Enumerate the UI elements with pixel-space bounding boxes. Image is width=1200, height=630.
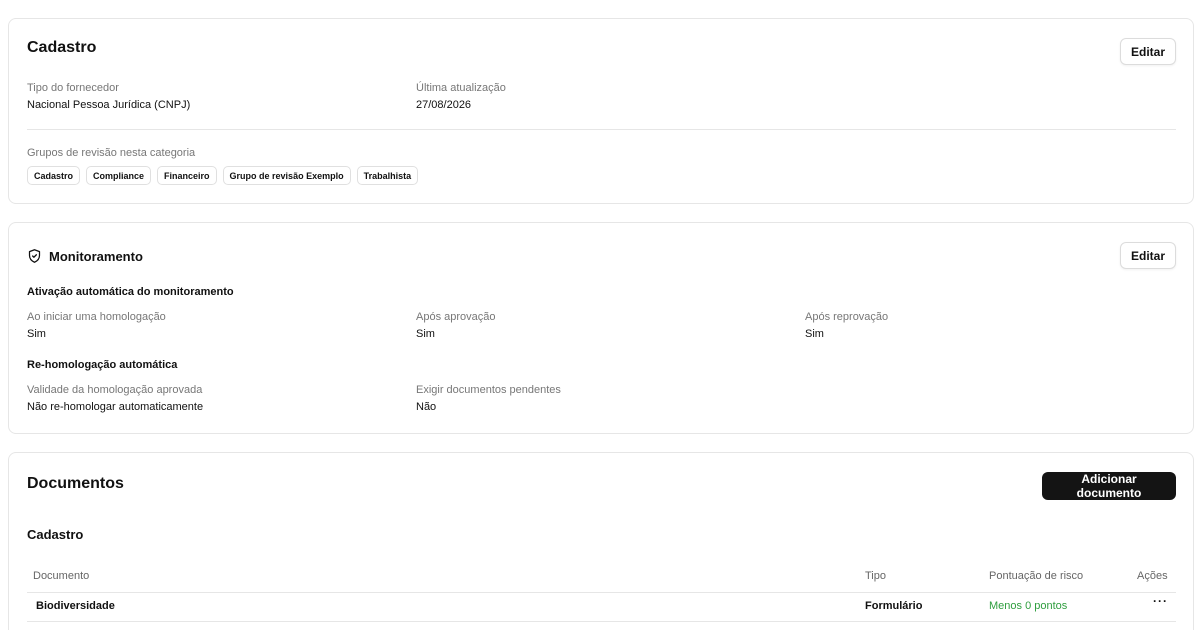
documents-section-title: Cadastro [27, 527, 84, 542]
monitoring-title: Monitoramento [49, 249, 143, 264]
review-group-chip: Trabalhista [356, 166, 419, 185]
rehomologation-title: Re-homologação automática [27, 359, 178, 371]
supplier-type-label: Tipo do fornecedor [27, 82, 119, 94]
supplier-type-value: Nacional Pessoa Jurídica (CNPJ) [27, 99, 191, 111]
approval-validity-value: Não re-homologar automaticamente [27, 401, 204, 413]
after-rejection-label: Após reprovação [805, 311, 889, 323]
cadastro-divider [27, 129, 1176, 130]
cadastro-card: Cadastro Editar Tipo do fornecedor Nacio… [8, 18, 1194, 204]
monitoring-card: Monitoramento Editar Ativação automática… [8, 222, 1194, 434]
review-groups-list: Cadastro Compliance Financeiro Grupo de … [27, 166, 419, 185]
document-type: Formulário [865, 600, 923, 612]
monitoring-edit-button[interactable]: Editar [1120, 242, 1176, 269]
last-update-label: Última atualização [416, 82, 506, 94]
document-name: Biodiversidade [36, 600, 115, 612]
review-groups-label: Grupos de revisão nesta categoria [27, 147, 196, 159]
column-header-document: Documento [33, 570, 90, 582]
auto-activation-title: Ativação automática do monitoramento [27, 286, 234, 298]
table-header-divider [27, 592, 1176, 593]
on-start-label: Ao iniciar uma homologação [27, 311, 166, 323]
pending-documents-value: Não [416, 401, 437, 413]
pending-documents-label: Exigir documentos pendentes [416, 384, 561, 396]
cadastro-edit-button[interactable]: Editar [1120, 38, 1176, 65]
review-group-chip: Cadastro [27, 166, 81, 185]
add-document-button[interactable]: Adicionar documento [1042, 472, 1176, 500]
cadastro-title: Cadastro [27, 39, 97, 56]
review-group-chip: Compliance [86, 166, 152, 185]
shield-icon [27, 248, 42, 267]
more-horizontal-icon[interactable]: ··· [1153, 594, 1168, 608]
column-header-actions: Ações [1137, 570, 1168, 582]
documents-card: Documentos Adicionar documento Cadastro … [8, 452, 1194, 630]
review-group-chip: Grupo de revisão Exemplo [222, 166, 351, 185]
after-rejection-value: Sim [805, 328, 824, 340]
last-update-value: 27/08/2026 [416, 99, 472, 111]
documents-title: Documentos [27, 475, 124, 492]
review-group-chip: Financeiro [157, 166, 217, 185]
table-row-divider [27, 621, 1176, 622]
risk-score: Menos 0 pontos [989, 600, 1068, 612]
after-approval-value: Sim [416, 328, 435, 340]
approval-validity-label: Validade da homologação aprovada [27, 384, 203, 396]
on-start-value: Sim [27, 328, 46, 340]
after-approval-label: Após aprovação [416, 311, 496, 323]
column-header-type: Tipo [865, 570, 886, 582]
column-header-risk-score: Pontuação de risco [989, 570, 1084, 582]
